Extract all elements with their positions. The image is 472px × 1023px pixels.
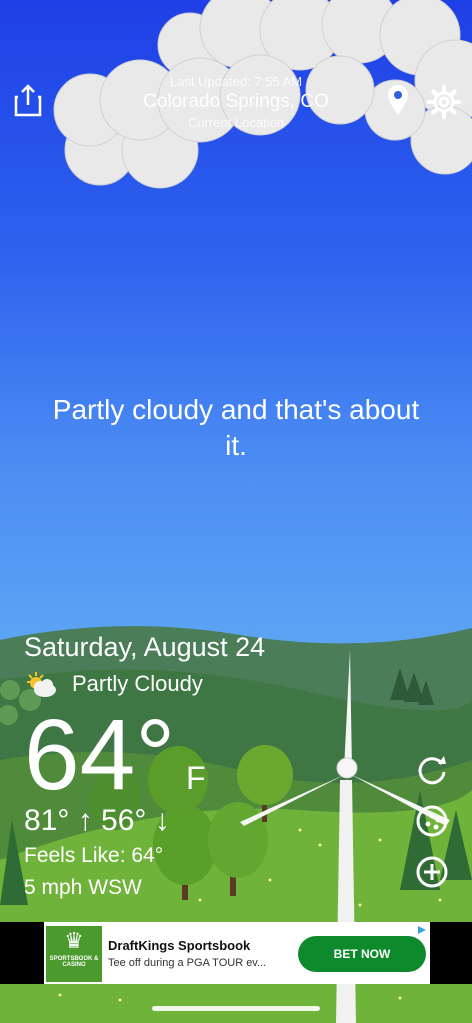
weather-tagline: Partly cloudy and that's about it. bbox=[52, 394, 420, 461]
landscape-scene bbox=[0, 0, 472, 1023]
feels-like-text: Feels Like: 64° bbox=[24, 844, 164, 867]
temperature-unit[interactable]: F bbox=[186, 760, 206, 797]
bet-now-button[interactable]: BET NOW bbox=[298, 936, 426, 972]
high-low-temperature: 81° ↑ 56° ↓ bbox=[24, 804, 170, 837]
home-indicator[interactable] bbox=[152, 1006, 320, 1011]
current-temperature: 64° bbox=[24, 699, 176, 811]
ad-subtitle: Tee off during a PGA TOUR ev... bbox=[108, 957, 267, 969]
draftkings-logo: ♛ SPORTSBOOK & CASINO bbox=[46, 926, 102, 982]
radar-icon bbox=[416, 805, 448, 837]
crown-icon: ♛ bbox=[64, 928, 84, 953]
ad-logo-text: SPORTSBOOK & CASINO bbox=[49, 956, 99, 968]
refresh-button[interactable] bbox=[414, 752, 450, 788]
add-location-button[interactable] bbox=[414, 854, 450, 890]
settings-button[interactable] bbox=[426, 84, 462, 120]
gear-icon bbox=[427, 85, 461, 119]
partly-cloudy-icon bbox=[27, 672, 56, 697]
add-icon bbox=[416, 856, 448, 888]
wind-text: 5 mph WSW bbox=[24, 876, 142, 899]
ad-title: DraftKings Sportsbook bbox=[108, 938, 251, 953]
ad-content[interactable]: ♛ SPORTSBOOK & CASINO DraftKings Sportsb… bbox=[44, 922, 430, 984]
share-button[interactable] bbox=[12, 82, 44, 118]
location-button[interactable] bbox=[386, 84, 410, 116]
share-icon bbox=[14, 84, 42, 117]
condition-row: Partly Cloudy bbox=[24, 668, 203, 700]
location-pin-icon bbox=[388, 85, 408, 115]
forecast-date: Saturday, August 24 bbox=[24, 632, 266, 662]
radar-button[interactable] bbox=[414, 803, 450, 839]
current-location-label: Current Location bbox=[187, 115, 285, 130]
refresh-icon bbox=[418, 756, 446, 785]
condition-text: Partly Cloudy bbox=[72, 671, 203, 696]
ad-banner[interactable]: ♛ SPORTSBOOK & CASINO DraftKings Sportsb… bbox=[0, 922, 472, 984]
ad-choices-icon[interactable] bbox=[416, 924, 428, 936]
